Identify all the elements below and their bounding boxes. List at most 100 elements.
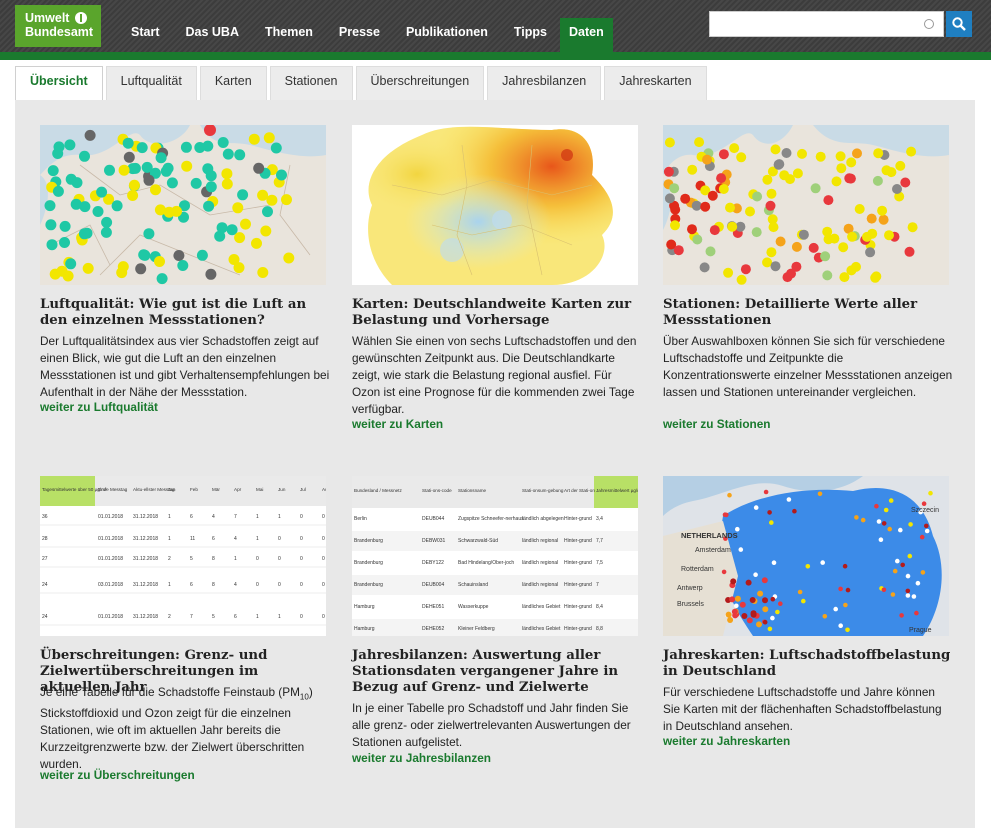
station-marker: [154, 256, 165, 267]
station-marker: [135, 263, 147, 275]
table-cell: DEBW031: [422, 538, 446, 544]
map-point: [833, 606, 838, 612]
annual-map-thumbnail[interactable]: Szczecin NETHERLANDS Amsterdam Rotterdam Ant…: [663, 476, 949, 636]
table-cell: 0: [278, 556, 281, 562]
uba-logo[interactable]: Umwelt Bundesamt: [15, 5, 101, 47]
station-marker: [831, 176, 842, 187]
station-marker: [82, 262, 94, 274]
map-point: [762, 597, 768, 604]
map-point: [770, 615, 775, 621]
map-point: [753, 572, 758, 577]
map-point: [860, 517, 866, 523]
card-title[interactable]: Luftqualität: Wie gut ist die Luft an de…: [40, 297, 330, 329]
link-luftqualitaet[interactable]: weiter zu Luftqualität: [40, 400, 158, 414]
station-marker: [138, 249, 150, 261]
map-point: [750, 610, 757, 617]
table-cell: 5: [190, 556, 193, 562]
link-jahresbilanzen[interactable]: weiter zu Jahresbilanzen: [352, 751, 491, 765]
station-marker: [699, 262, 710, 273]
tab-karten[interactable]: Karten: [199, 66, 267, 100]
map-point: [845, 587, 851, 593]
station-marker: [815, 151, 826, 162]
station-marker: [266, 194, 278, 206]
map-point: [725, 611, 732, 618]
table-cell: 31.12.2018: [133, 536, 158, 542]
map-label: Brussels: [677, 601, 704, 608]
table-cell: Hinter-grund: [564, 516, 592, 522]
annual-balance-table-thumbnail[interactable]: Bundesland / Messnetz Stati-ons-code Stati…: [352, 476, 638, 636]
card-title[interactable]: Stationen: Detaillierte Werte aller Mess…: [663, 297, 953, 329]
table-cell: Hinter-grund: [564, 604, 592, 610]
air-quality-map-thumbnail[interactable]: [40, 125, 326, 285]
nav-tipps[interactable]: Tipps: [501, 0, 560, 52]
station-marker: [691, 200, 702, 211]
station-marker: [768, 222, 779, 233]
map-point: [919, 534, 925, 540]
card-description: Der Luftqualitätsindex aus vier Schadsto…: [40, 334, 330, 399]
link-ueberschreitungen[interactable]: weiter zu Überschreitungen: [40, 768, 195, 782]
map-point: [767, 626, 773, 632]
exceedance-table-thumbnail[interactable]: Tagesmittelwerte über 50 µg/m³ Ende Messt…: [40, 476, 326, 636]
map-point: [881, 521, 887, 526]
station-marker: [852, 148, 862, 159]
card-title[interactable]: Jahreskarten: Luftschadstoffbelastung in…: [663, 648, 953, 680]
station-marker: [276, 169, 287, 181]
table-header-cell: Ende Messtag: [98, 487, 128, 492]
station-marker: [729, 143, 740, 154]
tab-luftqualitaet[interactable]: Luftqualität: [105, 66, 197, 100]
card-description: Für verschiedene Luftschadstoffe und Jah…: [663, 685, 942, 733]
pm10-subscript: 10: [299, 692, 309, 702]
station-marker: [162, 162, 174, 174]
map-point: [892, 568, 898, 574]
link-stationen[interactable]: weiter zu Stationen: [663, 417, 771, 431]
clear-search-icon[interactable]: [924, 19, 934, 29]
table-cell: Zugspitze Schneefer-nerhaus: [458, 516, 524, 522]
table-cell: 7: [190, 614, 193, 620]
station-marker: [770, 261, 781, 272]
station-marker: [92, 206, 104, 217]
station-marker: [127, 190, 139, 201]
station-marker: [865, 247, 876, 258]
station-marker: [49, 268, 61, 280]
table-cell: 27: [42, 556, 48, 562]
search-button[interactable]: [946, 11, 972, 37]
map-point: [727, 617, 734, 623]
nav-das-uba[interactable]: Das UBA: [172, 0, 252, 52]
tab-jahresbilanzen[interactable]: Jahresbilanzen: [487, 66, 602, 100]
pollution-map-thumbnail[interactable]: [352, 125, 638, 285]
station-marker: [766, 247, 777, 258]
station-marker: [791, 241, 802, 252]
nav-publikationen[interactable]: Publikationen: [393, 0, 501, 52]
map-point: [762, 606, 769, 613]
card-title[interactable]: Jahresbilanzen: Auswertung aller Station…: [352, 648, 642, 696]
nav-presse[interactable]: Presse: [326, 0, 393, 52]
nav-themen[interactable]: Themen: [252, 0, 326, 52]
map-point: [739, 601, 746, 608]
station-marker: [143, 228, 155, 240]
card-title[interactable]: Karten: Deutschlandweite Karten zur Bela…: [352, 297, 642, 329]
station-marker: [900, 177, 911, 188]
station-marker: [52, 148, 64, 159]
nav-daten[interactable]: Daten: [560, 18, 613, 60]
link-karten[interactable]: weiter zu Karten: [352, 417, 443, 431]
tab-uebersicht[interactable]: Übersicht: [15, 66, 103, 100]
tab-jahreskarten[interactable]: Jahreskarten: [604, 66, 707, 100]
map-point: [746, 617, 753, 624]
stations-map-thumbnail[interactable]: [663, 125, 949, 285]
station-marker: [260, 225, 272, 237]
map-point: [914, 610, 919, 616]
table-cell: 24: [42, 614, 48, 620]
map-point: [761, 577, 768, 584]
station-marker: [836, 163, 847, 174]
map-point: [878, 537, 884, 542]
search-input[interactable]: [709, 11, 944, 37]
tab-stationen[interactable]: Stationen: [269, 66, 353, 100]
nav-start[interactable]: Start: [118, 0, 172, 52]
station-marker: [736, 152, 747, 163]
tab-ueberschreitungen[interactable]: Überschreitungen: [355, 66, 485, 100]
station-marker: [143, 174, 155, 186]
table-cell: 0: [322, 556, 325, 562]
link-jahreskarten[interactable]: weiter zu Jahreskarten: [663, 734, 790, 748]
map-point: [928, 490, 933, 496]
station-marker: [854, 204, 865, 214]
